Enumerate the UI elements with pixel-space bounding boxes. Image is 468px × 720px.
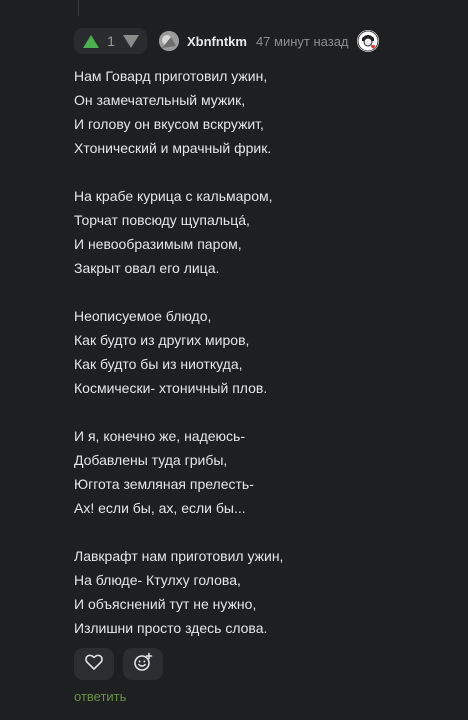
- emoji-add-icon: [133, 652, 153, 677]
- avatar[interactable]: [159, 31, 179, 51]
- poem-line: Закрыт овал его лица.: [74, 260, 220, 276]
- reply-link[interactable]: ответить: [74, 689, 126, 704]
- poem-line: Он замечательный мужик,: [74, 92, 246, 108]
- poem-line: И голову он вкусом вскружит,: [74, 116, 264, 132]
- poem-line: И невообразимым паром,: [74, 236, 242, 252]
- react-button[interactable]: [123, 648, 163, 680]
- thread-line: [78, 0, 79, 16]
- poem-line: Как будто из других миров,: [74, 332, 250, 348]
- upvote-arrow-icon[interactable]: [83, 34, 99, 48]
- poem-line: Хтонический и мрачный фрик.: [74, 140, 272, 156]
- poem-line: Космически- хтоничный плов.: [74, 380, 268, 396]
- stanza: И я, конечно же, надеюсь- Добавлены туда…: [74, 424, 454, 520]
- stanza: На крабе курица с кальмаром, Торчат повс…: [74, 184, 454, 280]
- poem-line: Нам Говард приготовил ужин,: [74, 68, 268, 84]
- like-button[interactable]: [74, 648, 114, 680]
- poem-line: Ах! если бы, ах, если бы...: [74, 500, 246, 516]
- poem-line: Юггота земляная прелесть-: [74, 476, 254, 492]
- comment-header: 1 Xbnfntkm 47 минут назад: [74, 28, 379, 54]
- poem-line: Торчат повсюду щупальцá,: [74, 212, 250, 228]
- poem-line: На блюде- Ктулху голова,: [74, 572, 241, 588]
- profile-badge-icon: [356, 30, 379, 52]
- poem-line: Как будто бы из ниоткуда,: [74, 356, 243, 372]
- stanza: Лавкрафт нам приготовил ужин, На блюде- …: [74, 544, 454, 640]
- downvote-arrow-icon[interactable]: [123, 34, 139, 48]
- poem-line: Неописуемое блюдо,: [74, 308, 212, 324]
- poem-line: Лавкрафт нам приготовил ужин,: [74, 548, 284, 564]
- poem-line: И я, конечно же, надеюсь-: [74, 428, 245, 444]
- poem-line: Добавлены туда грибы,: [74, 452, 228, 468]
- heart-icon: [85, 654, 103, 675]
- poem-line: Излишни просто здесь слова.: [74, 620, 268, 636]
- stanza: Нам Говард приготовил ужин, Он замечател…: [74, 64, 454, 160]
- username[interactable]: Xbnfntkm: [187, 34, 247, 49]
- comment-body: Нам Говард приготовил ужин, Он замечател…: [74, 64, 454, 664]
- poem-line: На крабе курица с кальмаром,: [74, 188, 273, 204]
- timestamp[interactable]: 47 минут назад: [256, 34, 349, 49]
- rating-count: 1: [107, 33, 115, 49]
- comment-actions: [74, 648, 163, 680]
- stanza: Неописуемое блюдо, Как будто из других м…: [74, 304, 454, 400]
- vote-box: 1: [74, 28, 147, 54]
- poem-line: И объяснений тут не нужно,: [74, 596, 257, 612]
